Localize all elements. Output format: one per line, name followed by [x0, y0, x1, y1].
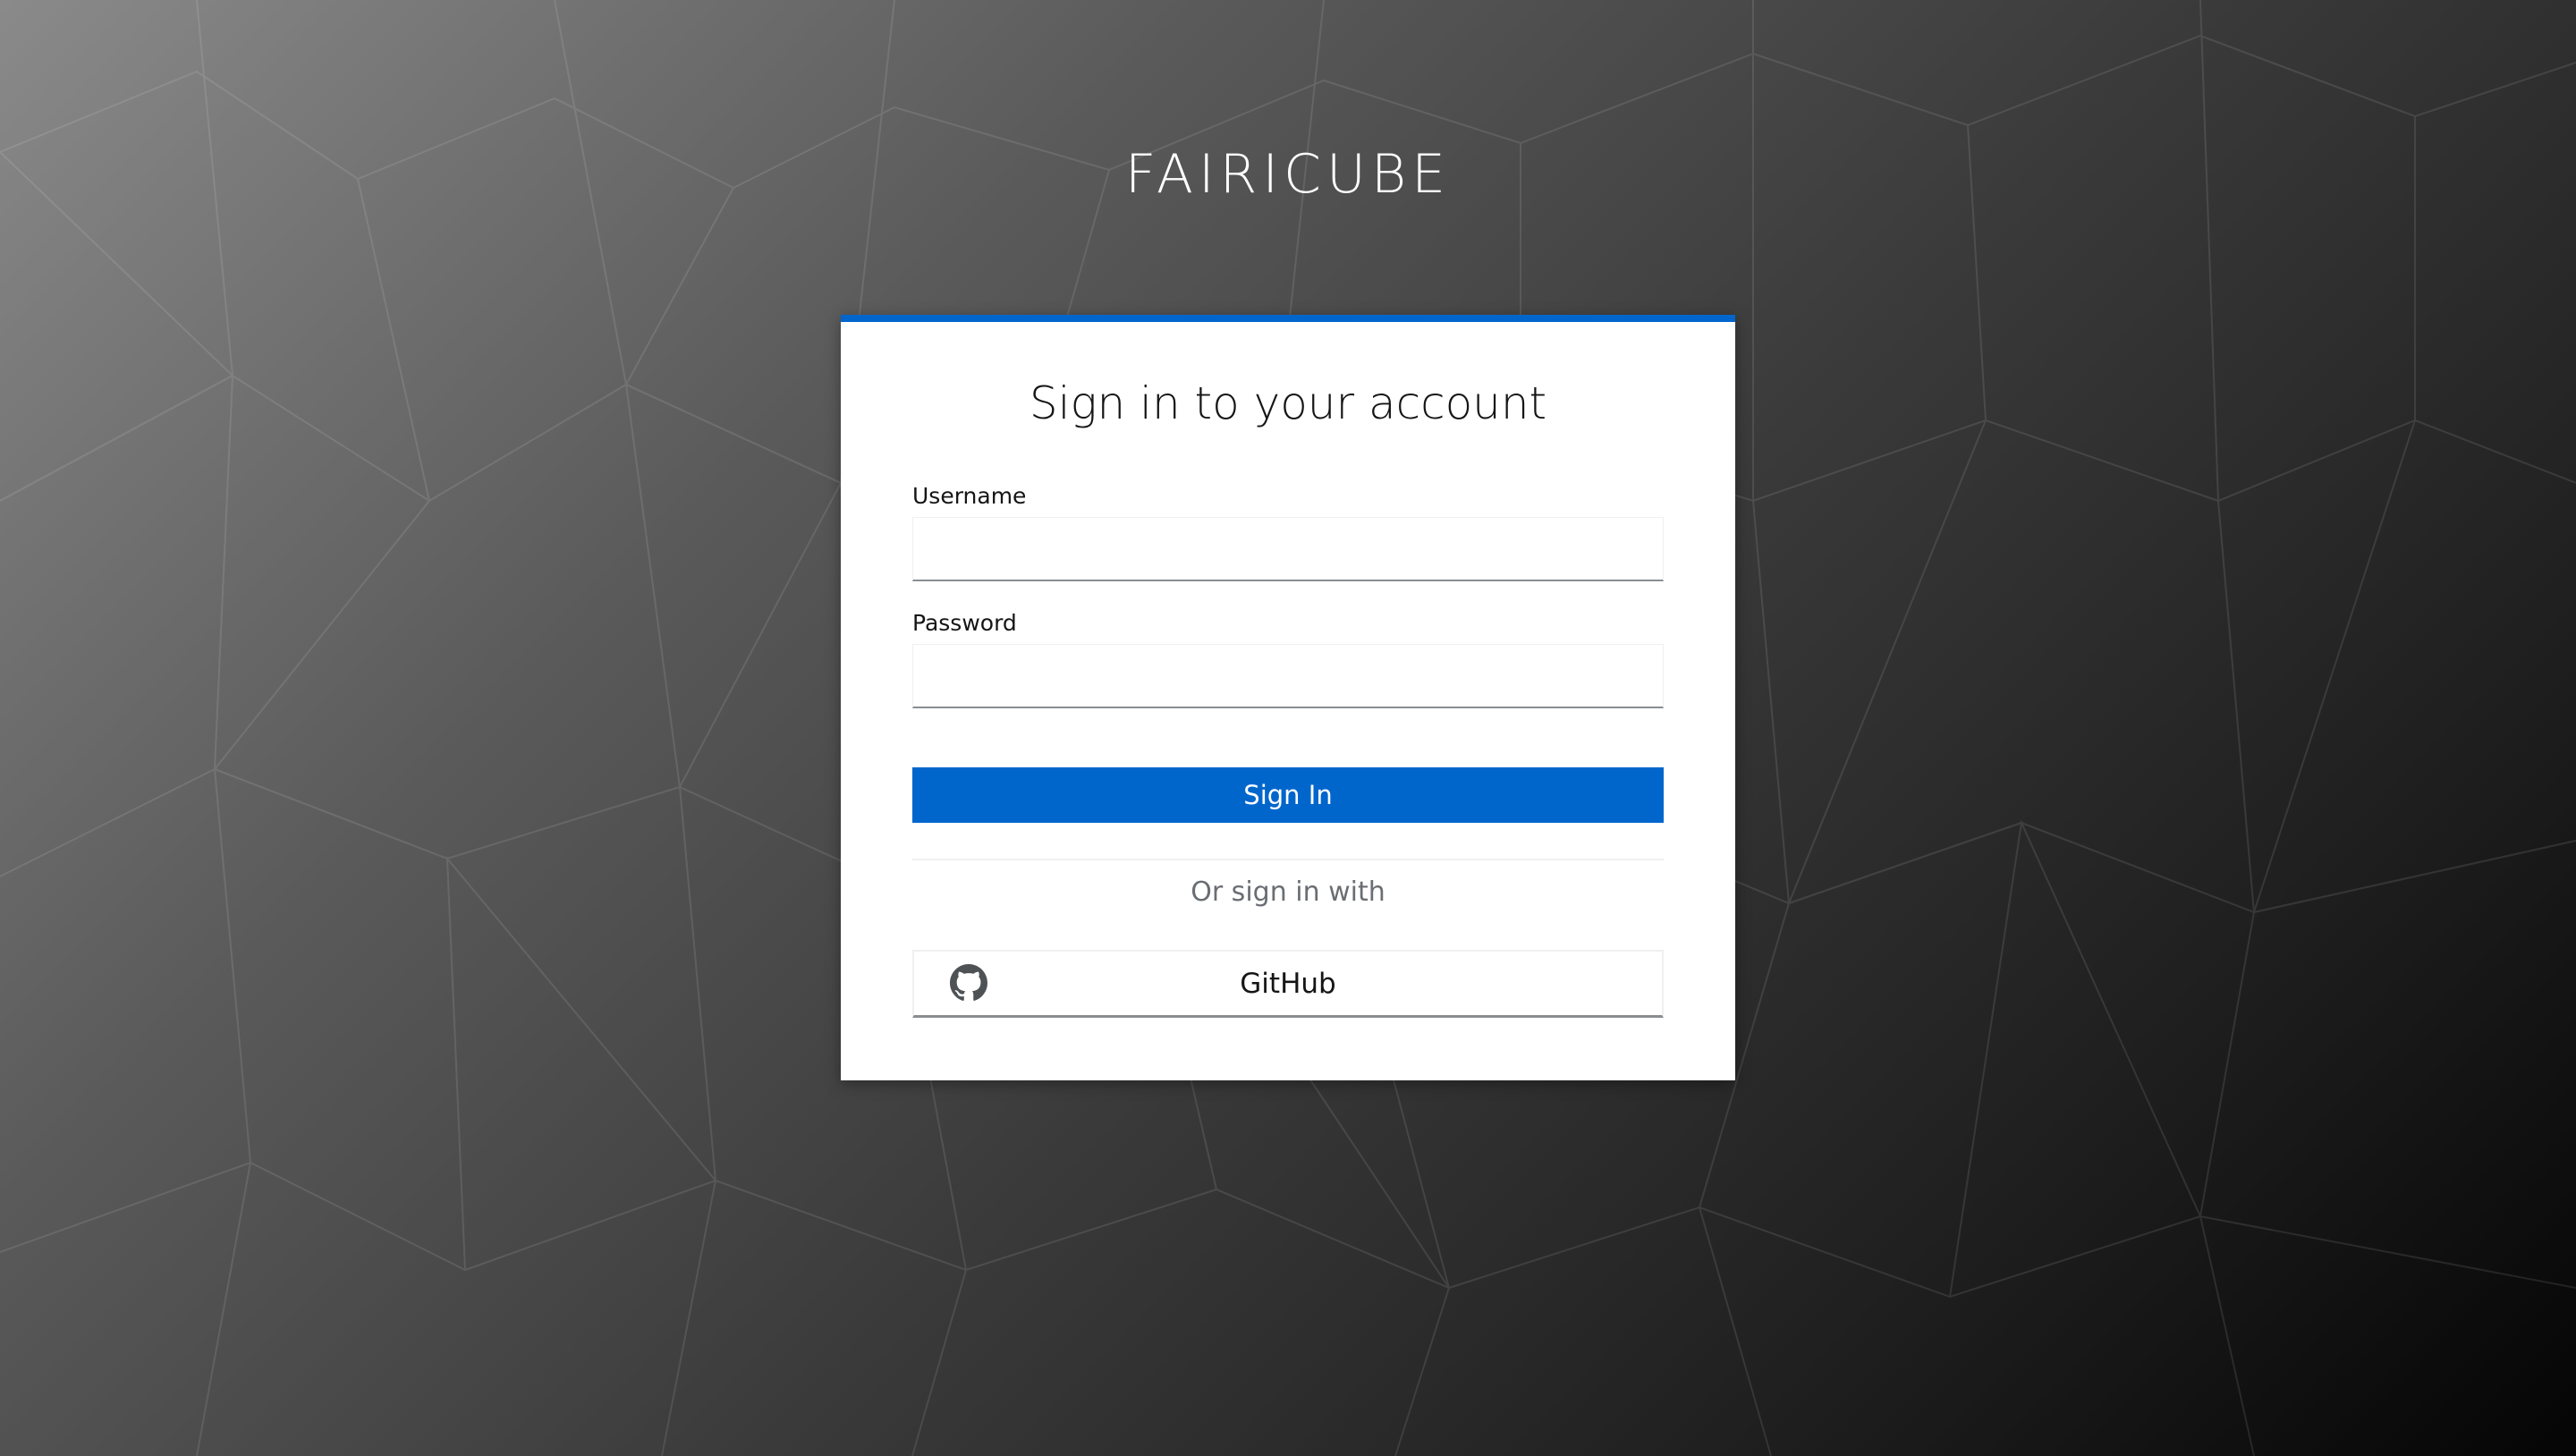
password-field[interactable] — [912, 644, 1664, 708]
social-login-heading: Or sign in with — [1191, 876, 1385, 908]
username-field[interactable] — [912, 517, 1664, 581]
password-label: Password — [912, 610, 1017, 636]
sign-in-button[interactable]: Sign In — [912, 767, 1664, 823]
page-title: Sign in to your account — [1029, 377, 1547, 429]
github-label: GitHub — [1240, 968, 1336, 1000]
login-card: Sign in to your account Username Passwor… — [841, 315, 1735, 1080]
github-login-button[interactable]: GitHub — [912, 950, 1664, 1018]
username-label: Username — [912, 483, 1027, 509]
divider — [912, 859, 1664, 860]
brand-logo: FAIRICUBE — [1124, 143, 1452, 206]
